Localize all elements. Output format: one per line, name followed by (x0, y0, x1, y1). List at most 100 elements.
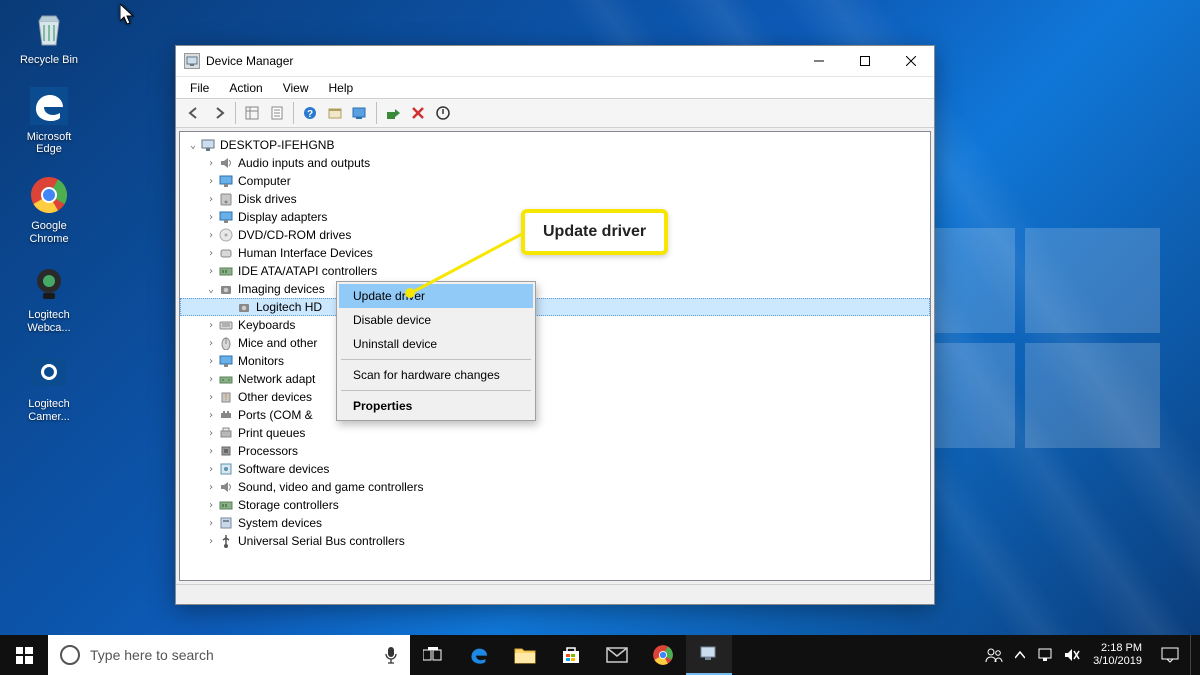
tree-category[interactable]: ›Ports (COM & (180, 406, 930, 424)
tree-category[interactable]: ›Mice and other (180, 334, 930, 352)
expander-icon[interactable]: › (204, 464, 218, 475)
taskbar: Type here to search (0, 635, 1200, 675)
tree-root[interactable]: ⌄DESKTOP-IFEHGNB (180, 136, 930, 154)
context-menu-item[interactable]: Update driver (339, 284, 533, 308)
recycle-bin-icon (28, 8, 70, 50)
expander-icon[interactable]: › (204, 482, 218, 493)
tray-volume-icon[interactable] (1059, 635, 1085, 675)
expander-icon[interactable]: › (204, 428, 218, 439)
system-icon (218, 515, 234, 531)
context-menu: Update driverDisable deviceUninstall dev… (336, 281, 536, 421)
toolbar-scan-button[interactable] (348, 101, 372, 125)
tree-category[interactable]: ›IDE ATA/ATAPI controllers (180, 262, 930, 280)
tray-network-icon[interactable] (1033, 635, 1059, 675)
tree-category[interactable]: ›Print queues (180, 424, 930, 442)
context-menu-item[interactable]: Uninstall device (339, 332, 533, 356)
start-button[interactable] (0, 635, 48, 675)
toolbar-disable-button[interactable] (431, 101, 455, 125)
camera-icon (236, 299, 252, 315)
callout-dot (405, 288, 415, 298)
desktop-icon-logitech-camera[interactable]: Logitech Camer... (12, 352, 86, 423)
taskbar-edge[interactable] (456, 635, 502, 675)
tree-category[interactable]: ›Keyboards (180, 316, 930, 334)
tree-category[interactable]: ›Monitors (180, 352, 930, 370)
action-center-button[interactable] (1150, 635, 1190, 675)
tree-category[interactable]: ›!Other devices (180, 388, 930, 406)
toolbar-properties-button[interactable] (265, 101, 289, 125)
expander-icon[interactable]: › (204, 248, 218, 259)
tree-device[interactable]: Logitech HD (180, 298, 930, 316)
tree-category[interactable]: ›Storage controllers (180, 496, 930, 514)
toolbar-show-hidden-button[interactable] (240, 101, 264, 125)
taskbar-clock[interactable]: 2:18 PM 3/10/2019 (1085, 642, 1150, 667)
tree-category[interactable]: ⌄Imaging devices (180, 280, 930, 298)
tree-category[interactable]: ›Disk drives (180, 190, 930, 208)
toolbar-uninstall-button[interactable] (406, 101, 430, 125)
desktop-icon-recycle-bin[interactable]: Recycle Bin (12, 8, 86, 67)
titlebar[interactable]: Device Manager (176, 46, 934, 76)
expander-icon[interactable]: › (204, 158, 218, 169)
taskbar-file-explorer[interactable] (502, 635, 548, 675)
toolbar-back-button[interactable] (182, 101, 206, 125)
context-menu-item[interactable]: Properties (339, 394, 533, 418)
toolbar-help-button[interactable]: ? (298, 101, 322, 125)
tree-category[interactable]: ›Sound, video and game controllers (180, 478, 930, 496)
controller-icon (218, 263, 234, 279)
tree-category[interactable]: ›Universal Serial Bus controllers (180, 532, 930, 550)
device-tree[interactable]: ⌄DESKTOP-IFEHGNB›Audio inputs and output… (179, 131, 931, 581)
desktop-icon-microsoft-edge[interactable]: Microsoft Edge (12, 85, 86, 156)
desktop-icon-logitech-webcam[interactable]: Logitech Webca... (12, 263, 86, 334)
expander-icon[interactable]: › (204, 446, 218, 457)
monitor-icon (218, 173, 234, 189)
expander-icon[interactable]: › (204, 338, 218, 349)
tree-category[interactable]: ›Computer (180, 172, 930, 190)
tree-category[interactable]: ›Processors (180, 442, 930, 460)
microphone-icon[interactable] (384, 646, 398, 664)
taskbar-search[interactable]: Type here to search (48, 635, 410, 675)
toolbar-action-button[interactable] (323, 101, 347, 125)
expander-icon[interactable]: › (204, 320, 218, 331)
camera-app-icon (28, 352, 70, 394)
expander-icon[interactable]: › (204, 266, 218, 277)
taskbar-device-manager[interactable] (686, 635, 732, 675)
desktop-icon-google-chrome[interactable]: Google Chrome (12, 174, 86, 245)
tree-category[interactable]: ›Audio inputs and outputs (180, 154, 930, 172)
expander-icon[interactable]: › (204, 374, 218, 385)
expander-icon[interactable]: › (204, 230, 218, 241)
taskbar-chrome[interactable] (640, 635, 686, 675)
expander-icon[interactable]: › (204, 536, 218, 547)
context-menu-item[interactable]: Disable device (339, 308, 533, 332)
expander-icon[interactable]: › (204, 518, 218, 529)
desktop-icons-column: Recycle Bin Microsoft Edge Google Chrome… (12, 8, 92, 442)
expander-icon[interactable]: › (204, 194, 218, 205)
maximize-button[interactable] (842, 46, 888, 76)
expander-icon[interactable]: › (204, 176, 218, 187)
menu-action[interactable]: Action (221, 79, 270, 97)
expander-icon[interactable]: › (204, 500, 218, 511)
printer-icon (218, 425, 234, 441)
menu-help[interactable]: Help (321, 79, 362, 97)
tree-category[interactable]: ›Network adapt (180, 370, 930, 388)
other-icon: ! (218, 389, 234, 405)
expander-icon[interactable]: › (204, 212, 218, 223)
menu-file[interactable]: File (182, 79, 217, 97)
taskbar-mail[interactable] (594, 635, 640, 675)
show-desktop-button[interactable] (1190, 635, 1196, 675)
disc-icon (218, 227, 234, 243)
tray-people[interactable] (981, 635, 1007, 675)
expander-icon[interactable]: › (204, 356, 218, 367)
expander-icon[interactable]: › (204, 410, 218, 421)
toolbar-update-driver-button[interactable] (381, 101, 405, 125)
tree-category[interactable]: ›Software devices (180, 460, 930, 478)
taskbar-store[interactable] (548, 635, 594, 675)
tree-category[interactable]: ›System devices (180, 514, 930, 532)
toolbar-forward-button[interactable] (207, 101, 231, 125)
menu-view[interactable]: View (275, 79, 317, 97)
close-button[interactable] (888, 46, 934, 76)
expander-icon[interactable]: › (204, 392, 218, 403)
task-view-button[interactable] (410, 635, 456, 675)
tray-overflow[interactable] (1007, 635, 1033, 675)
context-menu-item[interactable]: Scan for hardware changes (339, 363, 533, 387)
expander-icon[interactable]: ⌄ (204, 284, 218, 295)
minimize-button[interactable] (796, 46, 842, 76)
